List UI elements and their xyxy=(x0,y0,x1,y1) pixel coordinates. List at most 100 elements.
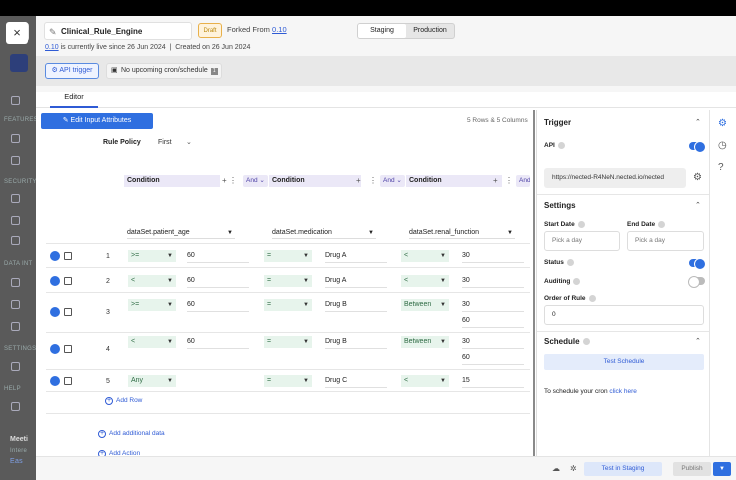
workflow-icon[interactable] xyxy=(11,156,20,165)
and-operator-2[interactable]: And ⌄ xyxy=(380,175,405,187)
value-input[interactable]: 60 xyxy=(187,299,249,312)
operator-select[interactable]: = ▼ xyxy=(264,299,312,311)
rules-icon[interactable] xyxy=(11,134,20,143)
edit-input-attributes-button[interactable]: ✎ Edit Input Attributes xyxy=(41,113,153,129)
operator-select[interactable]: = ▼ xyxy=(264,336,312,348)
help-icon[interactable] xyxy=(557,142,565,149)
publish-button[interactable]: Publish xyxy=(673,462,711,476)
test-schedule-button[interactable]: Test Schedule xyxy=(544,354,704,370)
operator-select[interactable]: = ▼ xyxy=(264,375,312,387)
field-select-2[interactable]: dataSet.medication ▼ xyxy=(272,227,376,239)
and-operator-1[interactable]: And ⌄ xyxy=(243,175,268,187)
operator-select[interactable]: < ▼ xyxy=(401,250,449,262)
operator-select[interactable]: Any ▼ xyxy=(128,375,176,387)
api-toggle[interactable] xyxy=(689,140,706,153)
env-production-tab[interactable]: Production xyxy=(406,24,454,38)
order-input[interactable]: 0 xyxy=(544,305,704,325)
settings-icon[interactable] xyxy=(11,362,20,371)
api-trigger-button[interactable]: ⚙ API trigger xyxy=(45,63,99,79)
more-icon[interactable]: ⋮ xyxy=(369,175,377,187)
add-row-button[interactable]: + Add Row xyxy=(105,397,142,405)
operator-select[interactable]: >= ▼ xyxy=(128,299,176,311)
docs-icon[interactable] xyxy=(11,402,20,411)
live-version-link[interactable]: 0.10 xyxy=(45,44,59,51)
value-input[interactable]: 60 xyxy=(187,275,249,288)
value-input[interactable]: Drug B xyxy=(325,336,387,349)
value-input[interactable]: Drug A xyxy=(325,250,387,263)
help-icon[interactable] xyxy=(582,338,590,346)
audit-icon[interactable] xyxy=(11,216,20,225)
history-icon[interactable]: ◷ xyxy=(718,140,727,151)
operator-select[interactable]: < ▼ xyxy=(401,375,449,387)
copy-icon[interactable] xyxy=(64,277,72,285)
operator-select[interactable]: < ▼ xyxy=(401,275,449,287)
help-question-icon[interactable]: ? xyxy=(718,162,724,173)
panel-splitter[interactable] xyxy=(533,110,535,456)
row-toggle[interactable] xyxy=(50,251,60,261)
field-select-1[interactable]: dataSet.patient_age ▼ xyxy=(127,227,235,239)
value-input[interactable]: 60 xyxy=(187,250,249,263)
operator-select[interactable]: Between ▼ xyxy=(401,336,449,348)
rule-policy-select[interactable]: First xyxy=(158,139,172,146)
help-icon[interactable] xyxy=(573,278,581,285)
copy-icon[interactable] xyxy=(64,377,72,385)
collapse-chevron-icon[interactable]: ⌃ xyxy=(695,337,701,345)
api-url-field[interactable]: https://nected-R4NeN.nected.io/nected xyxy=(544,168,686,188)
globe-icon[interactable] xyxy=(11,322,20,331)
value-input[interactable]: Drug B xyxy=(325,299,387,312)
row-toggle[interactable] xyxy=(50,344,60,354)
home-icon[interactable] xyxy=(11,96,20,105)
value-input-min[interactable]: 30 xyxy=(462,299,524,312)
env-staging-tab[interactable]: Staging xyxy=(358,24,406,38)
more-icon[interactable]: ⋮ xyxy=(505,175,513,187)
copy-icon[interactable] xyxy=(64,308,72,316)
forked-version-link[interactable]: 0.10 xyxy=(272,25,287,34)
test-in-staging-button[interactable]: Test in Staging xyxy=(584,462,662,476)
environment-switch[interactable]: Staging Production xyxy=(357,23,455,39)
add-additional-data-button[interactable]: + Add additional data xyxy=(98,430,165,438)
value-input-max[interactable]: 60 xyxy=(462,352,524,365)
auditing-toggle[interactable] xyxy=(688,275,705,288)
help-icon[interactable] xyxy=(588,295,596,302)
close-button[interactable]: × xyxy=(6,22,28,44)
publish-dropdown-chevron-icon[interactable]: ▼ xyxy=(713,462,731,476)
value-input[interactable]: 30 xyxy=(462,250,524,263)
help-icon[interactable] xyxy=(566,259,574,266)
add-icon[interactable]: + xyxy=(493,175,498,187)
start-date-input[interactable]: Pick a day xyxy=(544,231,620,251)
add-icon[interactable]: + xyxy=(222,175,227,187)
rule-name-field[interactable]: ✎ Clinical_Rule_Engine xyxy=(44,22,192,40)
meeting-link[interactable]: Eas xyxy=(10,458,23,465)
settings-gear-icon[interactable]: ⚙ xyxy=(718,118,727,129)
database-icon[interactable] xyxy=(11,300,20,309)
value-input[interactable]: 15 xyxy=(462,375,524,388)
add-icon[interactable]: + xyxy=(356,175,361,187)
value-input-max[interactable]: 60 xyxy=(462,315,524,328)
access-icon[interactable] xyxy=(11,236,20,245)
operator-select[interactable]: Between ▼ xyxy=(401,299,449,311)
operator-select[interactable]: = ▼ xyxy=(264,275,312,287)
security-icon[interactable] xyxy=(11,194,20,203)
operator-select[interactable]: < ▼ xyxy=(128,275,176,287)
cloud-icon[interactable]: ☁ xyxy=(552,464,560,473)
value-input[interactable]: Drug A xyxy=(325,275,387,288)
operator-select[interactable]: = ▼ xyxy=(264,250,312,262)
help-icon[interactable] xyxy=(577,221,585,228)
tab-editor[interactable]: Editor xyxy=(50,92,98,108)
value-input[interactable]: Drug C xyxy=(325,375,387,388)
status-toggle[interactable] xyxy=(689,257,706,270)
collapse-chevron-icon[interactable]: ⌃ xyxy=(695,118,701,126)
cron-schedule-button[interactable]: ▣ No upcoming cron/schedule 1 xyxy=(106,63,222,79)
row-toggle[interactable] xyxy=(50,376,60,386)
gear-icon[interactable]: ⚙ xyxy=(693,172,702,183)
operator-select[interactable]: < ▼ xyxy=(128,336,176,348)
value-input[interactable]: 60 xyxy=(187,336,249,349)
row-toggle[interactable] xyxy=(50,276,60,286)
copy-icon[interactable] xyxy=(64,252,72,260)
operator-select[interactable]: >= ▼ xyxy=(128,250,176,262)
condition-header-1[interactable]: Condition xyxy=(124,175,220,187)
condition-header-2[interactable]: Condition xyxy=(269,175,361,187)
value-input-min[interactable]: 30 xyxy=(462,336,524,349)
field-select-3[interactable]: dataSet.renal_function ▼ xyxy=(409,227,515,239)
cron-link[interactable]: click here xyxy=(609,388,636,395)
